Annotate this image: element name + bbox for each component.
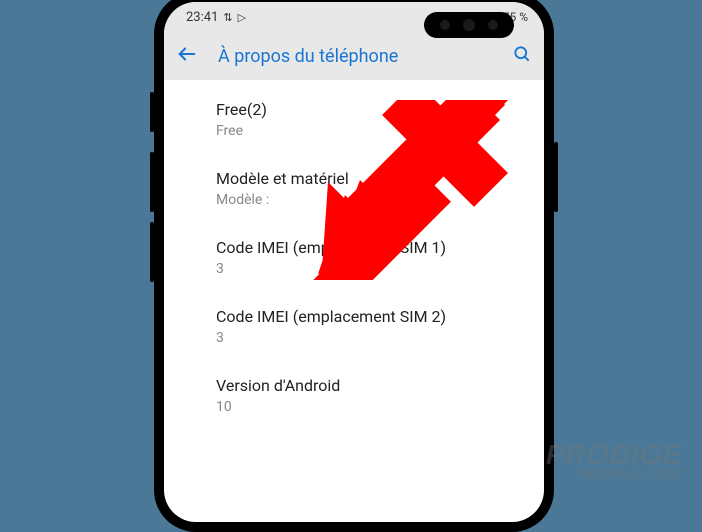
phone-side-button — [150, 152, 154, 212]
phone-screen: 23:41 ⇅ ▷ ◢ ▯ 75 % À propos du téléphone… — [164, 2, 544, 522]
item-title: Code IMEI (emplacement SIM 1) — [216, 238, 544, 257]
camera-notch — [424, 12, 514, 38]
item-subtitle: 3 — [216, 261, 544, 277]
app-bar: À propos du téléphone — [164, 32, 544, 80]
phone-side-button — [150, 92, 154, 132]
item-subtitle: 10 — [216, 399, 544, 415]
item-title: Free(2) — [216, 100, 544, 119]
page-title: À propos du téléphone — [218, 46, 492, 67]
item-title: Modèle et matériel — [216, 169, 544, 188]
item-subtitle: Modèle : — [216, 192, 544, 208]
arrow-left-icon — [176, 43, 198, 65]
status-time: 23:41 — [186, 10, 218, 25]
search-icon — [512, 44, 532, 64]
list-item-imei-sim2[interactable]: Code IMEI (emplacement SIM 2) 3 — [216, 307, 544, 346]
list-item-android-version[interactable]: Version d'Android 10 — [216, 376, 544, 415]
status-icon: ▷ — [238, 11, 246, 24]
back-button[interactable] — [176, 43, 198, 69]
watermark-line1: PRODIGE — [546, 442, 682, 467]
phone-side-button — [554, 142, 558, 212]
item-title: Code IMEI (emplacement SIM 2) — [216, 307, 544, 326]
item-title: Version d'Android — [216, 376, 544, 395]
list-item-imei-sim1[interactable]: Code IMEI (emplacement SIM 1) 3 — [216, 238, 544, 277]
list-item-carrier[interactable]: Free(2) Free — [216, 100, 544, 139]
item-subtitle: 3 — [216, 330, 544, 346]
search-button[interactable] — [512, 44, 532, 68]
status-icon: ⇅ — [223, 11, 232, 24]
list-item-model[interactable]: Modèle et matériel Modèle : — [216, 169, 544, 208]
phone-side-button — [150, 222, 154, 282]
settings-list: Free(2) Free Modèle et matériel Modèle :… — [164, 80, 544, 415]
watermark: PRODIGE MOBILE.COM — [546, 442, 682, 480]
phone-frame: 23:41 ⇅ ▷ ◢ ▯ 75 % À propos du téléphone… — [154, 0, 554, 532]
item-subtitle: Free — [216, 123, 544, 139]
